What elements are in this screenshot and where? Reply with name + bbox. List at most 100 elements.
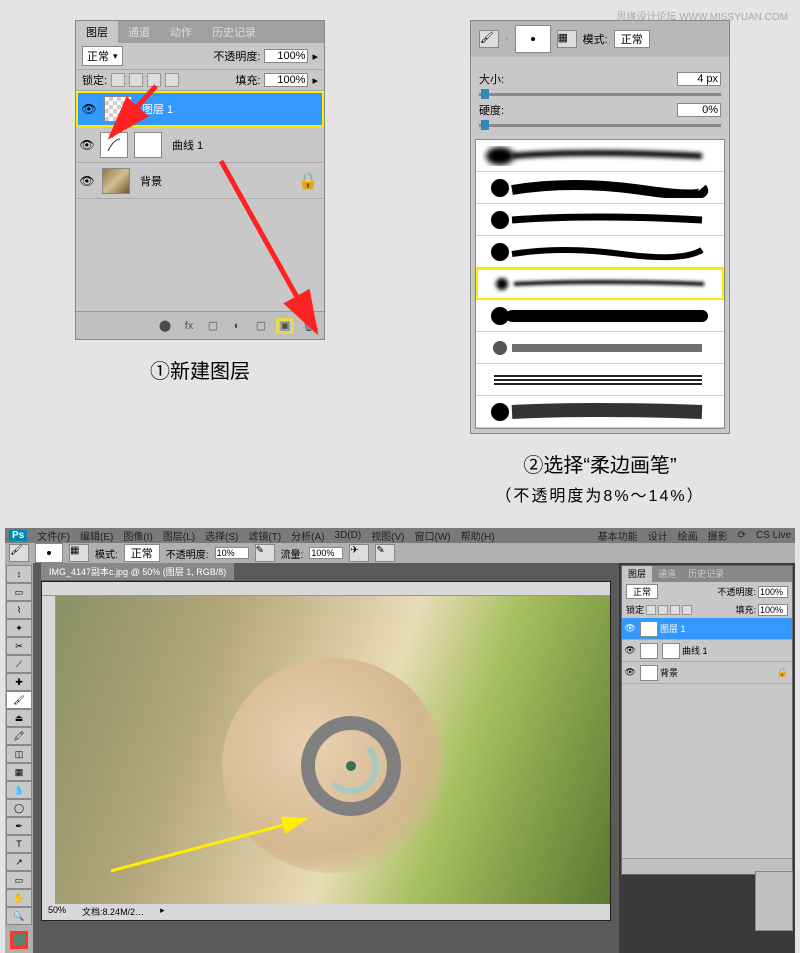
brush-panel-toggle-icon[interactable]: ▦ [557,30,577,48]
layer-thumb[interactable] [104,96,132,122]
tab-history[interactable]: 历史记录 [202,21,266,43]
mode-dropdown[interactable]: 正常 [124,544,160,562]
lock-position-icon[interactable] [147,73,161,87]
hardness-slider[interactable] [479,124,721,127]
brush-preset-selected[interactable] [476,268,724,300]
dropdown-icon[interactable]: ▸ [312,50,318,63]
mini-blend-dropdown[interactable]: 正常 [626,584,658,599]
stamp-tool-icon[interactable]: ⏏ [6,709,32,727]
crop-tool-icon[interactable]: ✂ [6,637,32,655]
mask-icon[interactable]: ▢ [204,318,222,334]
path-tool-icon[interactable]: ↗ [6,853,32,871]
menu-help[interactable]: 帮助(H) [461,528,495,543]
opacity-input[interactable]: 10% [215,547,249,559]
visibility-icon[interactable]: 👁 [76,174,98,188]
move-tool-icon[interactable]: ↕ [6,565,32,583]
dodge-tool-icon[interactable]: ◯ [6,799,32,817]
hardness-value[interactable]: 0% [677,103,721,117]
heal-tool-icon[interactable]: ✚ [6,673,32,691]
layer-name[interactable]: 图层 1 [136,101,322,117]
hand-tool-icon[interactable]: ✋ [6,889,32,907]
visibility-icon[interactable]: 👁 [76,138,98,152]
menu-edit[interactable]: 编辑(E) [80,528,113,543]
menu-analysis[interactable]: 分析(A) [291,528,324,543]
brush-tool-icon[interactable]: 🖌 [6,691,32,709]
marquee-tool-icon[interactable]: ▭ [6,583,32,601]
pen-pressure-opacity-icon[interactable]: ✎ [255,544,275,562]
brush-tool-icon[interactable]: 🖌 [9,544,29,562]
brush-preset[interactable] [476,140,724,172]
fill-input[interactable]: 100% [264,73,308,87]
lock-all-icon[interactable] [165,73,179,87]
brush-preview[interactable] [35,543,63,563]
workspace-essentials[interactable]: 基本功能 [598,528,638,543]
type-tool-icon[interactable]: T [6,835,32,853]
mini-tab-layers[interactable]: 图层 [622,566,652,582]
lock-transparent-icon[interactable] [111,73,125,87]
layer-row-background[interactable]: 👁 背景 🔒 [76,163,324,199]
wand-tool-icon[interactable]: ✦ [6,619,32,637]
ruler-horizontal[interactable] [42,582,610,596]
layer-thumb[interactable] [640,665,658,681]
tab-layers[interactable]: 图层 [76,21,118,43]
brush-preset[interactable] [476,396,724,428]
group-icon[interactable]: ▢ [252,318,270,334]
tab-actions[interactable]: 动作 [160,21,202,43]
layer-name[interactable]: 背景 [134,173,298,189]
brush-preset[interactable] [476,204,724,236]
menu-image[interactable]: 图像(I) [123,528,152,543]
menu-file[interactable]: 文件(F) [37,528,70,543]
layer-name[interactable]: 曲线 1 [166,137,324,153]
delete-icon[interactable]: 🗑 [300,318,318,334]
visibility-icon[interactable]: 👁 [622,623,638,634]
lasso-tool-icon[interactable]: ⌇ [6,601,32,619]
layer-thumb[interactable] [640,621,658,637]
mini-opacity-input[interactable]: 100% [758,586,788,598]
lock-icon[interactable] [646,605,656,615]
opacity-input[interactable]: 100% [264,49,308,63]
mini-fill-input[interactable]: 100% [758,604,788,616]
canvas-image[interactable] [56,596,610,904]
lock-icon[interactable] [658,605,668,615]
eraser-tool-icon[interactable]: ◫ [6,745,32,763]
menu-filter[interactable]: 滤镜(T) [248,528,281,543]
brush-preset[interactable] [476,364,724,396]
history-brush-tool-icon[interactable]: 🖍 [6,727,32,745]
layer-row-1[interactable]: 👁 图层 1 [76,91,324,127]
menu-layer[interactable]: 图层(L) [163,528,195,543]
menu-window[interactable]: 窗口(W) [415,528,451,543]
brush-preset[interactable] [476,236,724,268]
dropdown-icon[interactable]: ▸ [160,905,165,919]
mini-layer-row[interactable]: 👁 图层 1 [622,618,792,640]
document-tab[interactable]: IMG_4147副本c.jpg @ 50% (图层 1, RGB/8) [41,563,234,580]
foreground-color-swatch[interactable] [10,931,28,949]
layer-name[interactable]: 背景 [660,666,678,679]
pen-pressure-size-icon[interactable]: ✎ [375,544,395,562]
eyedropper-tool-icon[interactable]: ⟋ [6,655,32,673]
layer-name[interactable]: 图层 1 [660,622,686,635]
size-slider[interactable] [479,93,721,96]
workspace-cslive[interactable]: CS Live [756,530,791,541]
blur-tool-icon[interactable]: 💧 [6,781,32,799]
shape-tool-icon[interactable]: ▭ [6,871,32,889]
dropdown-icon[interactable]: ▸ [312,74,318,87]
mask-thumb[interactable] [134,132,162,158]
brush-mode-dropdown[interactable]: 正常 [614,30,650,48]
workspace-painting[interactable]: 绘画 [678,528,698,543]
adjustment-icon[interactable]: ◐ [228,318,246,334]
color-swatches[interactable] [5,929,33,951]
size-value[interactable]: 4 px [677,72,721,86]
mini-tab-channels[interactable]: 通道 [652,566,682,582]
lock-pixels-icon[interactable] [129,73,143,87]
lock-icon[interactable] [682,605,692,615]
tab-channels[interactable]: 通道 [118,21,160,43]
brush-preset[interactable] [476,172,724,204]
mask-thumb[interactable] [662,643,680,659]
mini-layer-row[interactable]: 👁 背景 🔒 [622,662,792,684]
brush-preset[interactable] [476,300,724,332]
new-layer-button[interactable]: ▣ [276,318,294,334]
workspace-design[interactable]: 设计 [648,528,668,543]
blend-mode-dropdown[interactable]: 正常 [82,46,123,66]
flow-input[interactable]: 100% [309,547,343,559]
mini-tab-history[interactable]: 历史记录 [682,566,730,582]
